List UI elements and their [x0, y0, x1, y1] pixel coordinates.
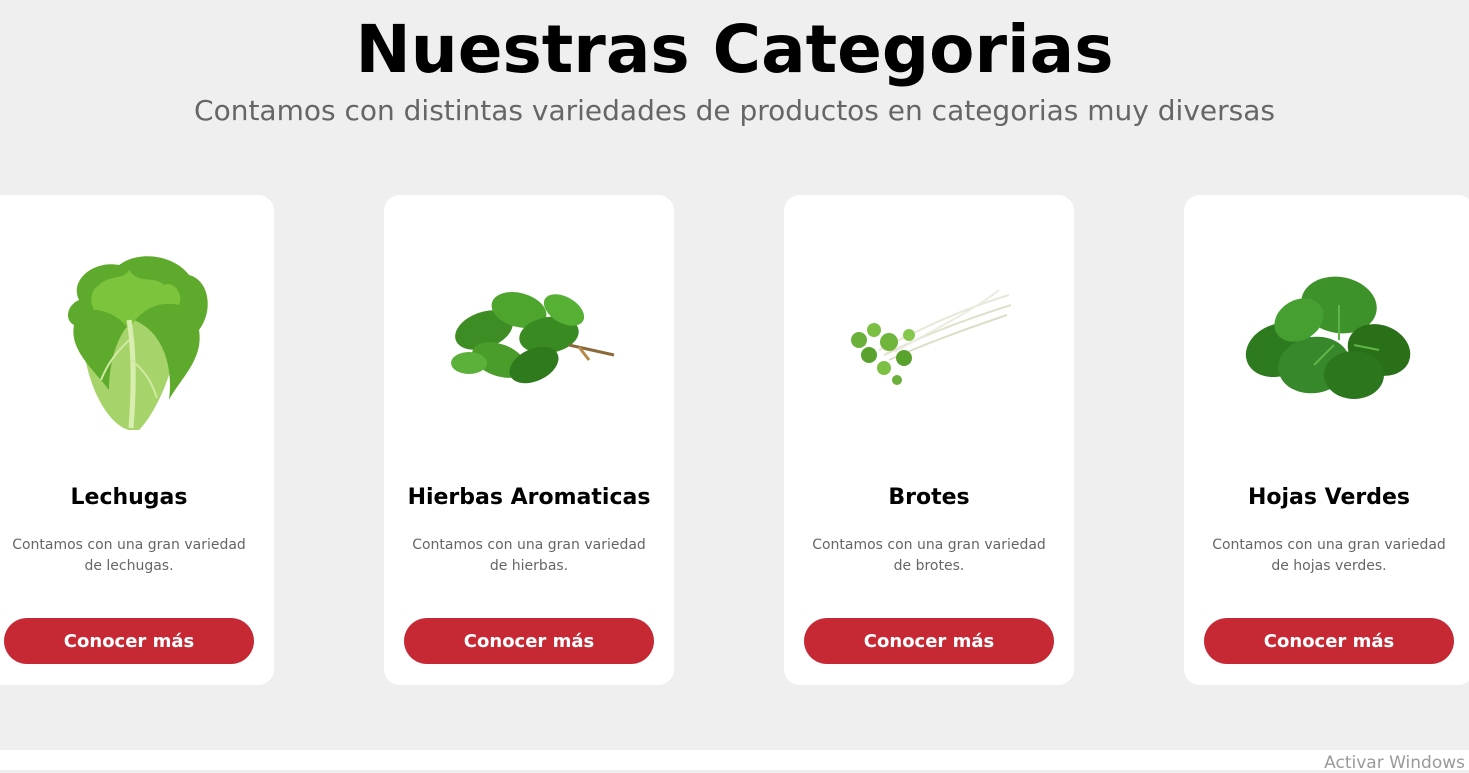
- card-title: Lechugas: [70, 485, 188, 510]
- card-title: Hojas Verdes: [1247, 485, 1411, 510]
- activation-watermark: Activar Windows: [1324, 753, 1465, 773]
- card-title: Hierbas Aromaticas: [407, 485, 651, 510]
- category-card-lechugas: Lechugas Contamos con una gran variedad …: [0, 195, 274, 685]
- page-title: Nuestras Categorias: [355, 11, 1114, 88]
- footer-band: [0, 750, 1469, 770]
- conocer-mas-button[interactable]: Conocer más: [1204, 618, 1454, 664]
- page-subtitle: Contamos con distintas variedades de pro…: [194, 94, 1275, 127]
- card-description: Contamos con una gran variedad de lechug…: [12, 537, 246, 574]
- conocer-mas-button[interactable]: Conocer más: [804, 618, 1054, 664]
- card-description: Contamos con una gran variedad de brotes…: [812, 537, 1046, 574]
- category-card-hierbas-aromaticas: Hierbas Aromaticas Contamos con una gran…: [384, 195, 674, 685]
- sprouts-image: [804, 225, 1054, 455]
- card-description: Contamos con una gran variedad de hojas …: [1212, 537, 1446, 574]
- category-card-hojas-verdes: Hojas Verdes Contamos con una gran varie…: [1184, 195, 1469, 685]
- spinach-image: [1204, 225, 1454, 455]
- basil-image: [404, 225, 654, 455]
- category-card-brotes: Brotes Contamos con una gran variedad de…: [784, 195, 1074, 685]
- card-title: Brotes: [888, 485, 970, 510]
- card-description: Contamos con una gran variedad de hierba…: [412, 537, 646, 574]
- conocer-mas-button[interactable]: Conocer más: [4, 618, 254, 664]
- lettuce-image: [4, 225, 254, 455]
- conocer-mas-button[interactable]: Conocer más: [404, 618, 654, 664]
